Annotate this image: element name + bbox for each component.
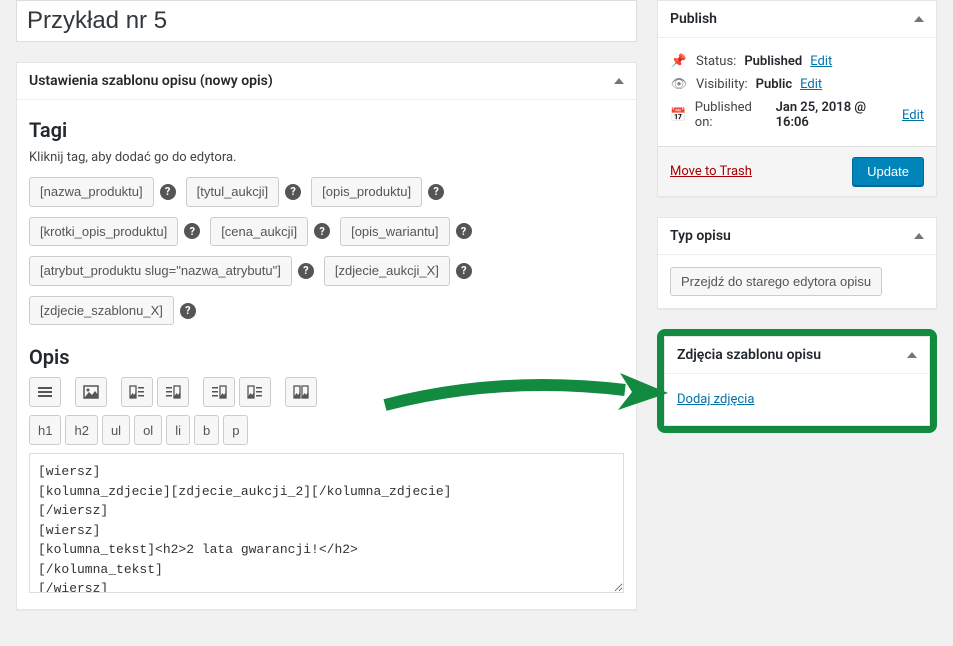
layout-text-button[interactable] <box>29 377 61 407</box>
tag-button[interactable]: [cena_aukcji] <box>210 217 308 247</box>
switch-editor-button[interactable]: Przejdź do starego edytora opisu <box>670 267 882 296</box>
tag-button[interactable]: [tytul_aukcji] <box>186 177 280 207</box>
status-value: Published <box>744 54 802 69</box>
help-icon[interactable]: ? <box>456 223 472 239</box>
post-title-input[interactable] <box>16 0 637 42</box>
layout-image-text-button[interactable] <box>121 377 153 407</box>
tag-button[interactable]: [opis_wariantu] <box>340 217 449 247</box>
edit-visibility-link[interactable]: Edit <box>800 77 822 92</box>
help-icon[interactable]: ? <box>298 263 314 279</box>
visibility-value: Public <box>756 77 792 92</box>
format-p-button[interactable]: p <box>223 415 248 445</box>
edit-status-link[interactable]: Edit <box>810 54 832 69</box>
help-icon[interactable]: ? <box>428 184 444 200</box>
layout-text-image-button[interactable] <box>157 377 189 407</box>
desc-section-title: Opis <box>29 345 624 369</box>
format-ul-button[interactable]: ul <box>102 415 130 445</box>
template-settings-box: Ustawienia szablonu opisu (nowy opis) Ta… <box>16 62 637 610</box>
collapse-toggle-icon[interactable] <box>914 233 924 239</box>
update-button[interactable]: Update <box>852 157 924 186</box>
format-ol-button[interactable]: ol <box>134 415 162 445</box>
description-code-editor[interactable] <box>29 453 624 593</box>
layout-text-image-alt-button[interactable] <box>203 377 235 407</box>
pin-icon: 📌 <box>670 54 688 69</box>
images-highlight-annotation: Zdjęcia szablonu opisu Dodaj zdjęcia <box>657 329 937 433</box>
format-b-button[interactable]: b <box>194 415 219 445</box>
edit-date-link[interactable]: Edit <box>902 108 924 123</box>
tags-section-title: Tagi <box>29 118 624 142</box>
status-label: Status: <box>696 54 736 69</box>
template-settings-header: Ustawienia szablonu opisu (nowy opis) <box>17 63 636 100</box>
type-title: Typ opisu <box>670 228 731 244</box>
type-box: Typ opisu Przejdź do starego edytora opi… <box>657 217 937 309</box>
format-h2-button[interactable]: h2 <box>65 415 97 445</box>
layout-image-button[interactable] <box>75 377 107 407</box>
tag-button[interactable]: [zdjecie_aukcji_X] <box>324 256 450 286</box>
published-label: Published on: <box>695 100 768 130</box>
collapse-toggle-icon[interactable] <box>914 16 924 22</box>
tags-hint: Kliknij tag, aby dodać go do edytora. <box>29 150 624 165</box>
images-title: Zdjęcia szablonu opisu <box>677 347 821 363</box>
publish-title: Publish <box>670 11 717 27</box>
eye-icon: 👁 <box>670 77 688 92</box>
collapse-toggle-icon[interactable] <box>907 352 917 358</box>
add-images-link[interactable]: Dodaj zdjęcia <box>677 392 754 407</box>
help-icon[interactable]: ? <box>180 303 196 319</box>
visibility-label: Visibility: <box>696 77 748 92</box>
help-icon[interactable]: ? <box>314 223 330 239</box>
help-icon[interactable]: ? <box>456 263 472 279</box>
tag-button[interactable]: [krotki_opis_produktu] <box>29 217 178 247</box>
move-to-trash-link[interactable]: Move to Trash <box>670 164 752 179</box>
tag-button[interactable]: [nazwa_produktu] <box>29 177 154 207</box>
tag-button[interactable]: [opis_produktu] <box>311 177 422 207</box>
layout-toolbar <box>29 377 624 407</box>
published-value: Jan 25, 2018 @ 16:06 <box>776 100 894 130</box>
calendar-icon: 📅 <box>670 108 687 123</box>
format-toolbar: h1 h2 ul ol li b p <box>29 415 624 445</box>
layout-two-images-button[interactable] <box>285 377 317 407</box>
tag-button[interactable]: [zdjecie_szablonu_X] <box>29 296 174 326</box>
publish-box: Publish 📌 Status: Published Edit 👁 Visib… <box>657 0 937 197</box>
format-h1-button[interactable]: h1 <box>29 415 61 445</box>
help-icon[interactable]: ? <box>184 223 200 239</box>
help-icon[interactable]: ? <box>160 184 176 200</box>
images-box: Zdjęcia szablonu opisu Dodaj zdjęcia <box>664 336 930 426</box>
layout-image-text-alt-button[interactable] <box>239 377 271 407</box>
tag-button[interactable]: [atrybut_produktu slug="nazwa_atrybutu"] <box>29 256 292 286</box>
tags-container: [nazwa_produktu]? [tytul_aukcji]? [opis_… <box>29 177 624 325</box>
collapse-toggle-icon[interactable] <box>614 78 624 84</box>
help-icon[interactable]: ? <box>285 184 301 200</box>
format-li-button[interactable]: li <box>166 415 190 445</box>
template-settings-title: Ustawienia szablonu opisu (nowy opis) <box>29 73 273 89</box>
